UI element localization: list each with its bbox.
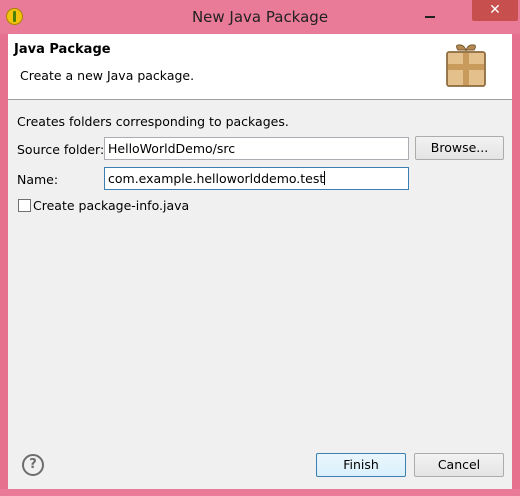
package-icon (446, 44, 486, 87)
package-info-label[interactable]: Create package-info.java (33, 198, 189, 213)
name-label: Name: (17, 172, 59, 187)
source-folder-field[interactable]: HelloWorldDemo/src (104, 137, 409, 160)
dialog-client-area: Java Package Create a new Java package. … (8, 34, 512, 489)
wizard-header: Java Package Create a new Java package. (8, 34, 512, 100)
help-icon[interactable]: ? (22, 454, 44, 476)
package-name-value: com.example.helloworlddemo.test (108, 171, 325, 186)
package-info-checkbox[interactable] (18, 199, 31, 212)
package-name-field[interactable]: com.example.helloworlddemo.test (104, 167, 409, 190)
window-title: New Java Package (191, 8, 329, 26)
close-button[interactable]: ✕ (472, 0, 518, 21)
finish-button[interactable]: Finish (316, 453, 406, 477)
cancel-button[interactable]: Cancel (414, 453, 504, 477)
source-folder-value: HelloWorldDemo/src (108, 141, 236, 156)
form-description: Creates folders corresponding to package… (17, 114, 289, 129)
source-folder-label: Source folder: (17, 142, 105, 157)
page-title: Java Package (14, 42, 111, 57)
title-bar: New Java Package ✕ (0, 0, 520, 34)
browse-button[interactable]: Browse... (415, 136, 504, 160)
text-caret (324, 171, 326, 185)
window-bottom-border (0, 489, 520, 496)
minimize-button[interactable] (423, 7, 439, 23)
page-description: Create a new Java package. (20, 68, 195, 83)
